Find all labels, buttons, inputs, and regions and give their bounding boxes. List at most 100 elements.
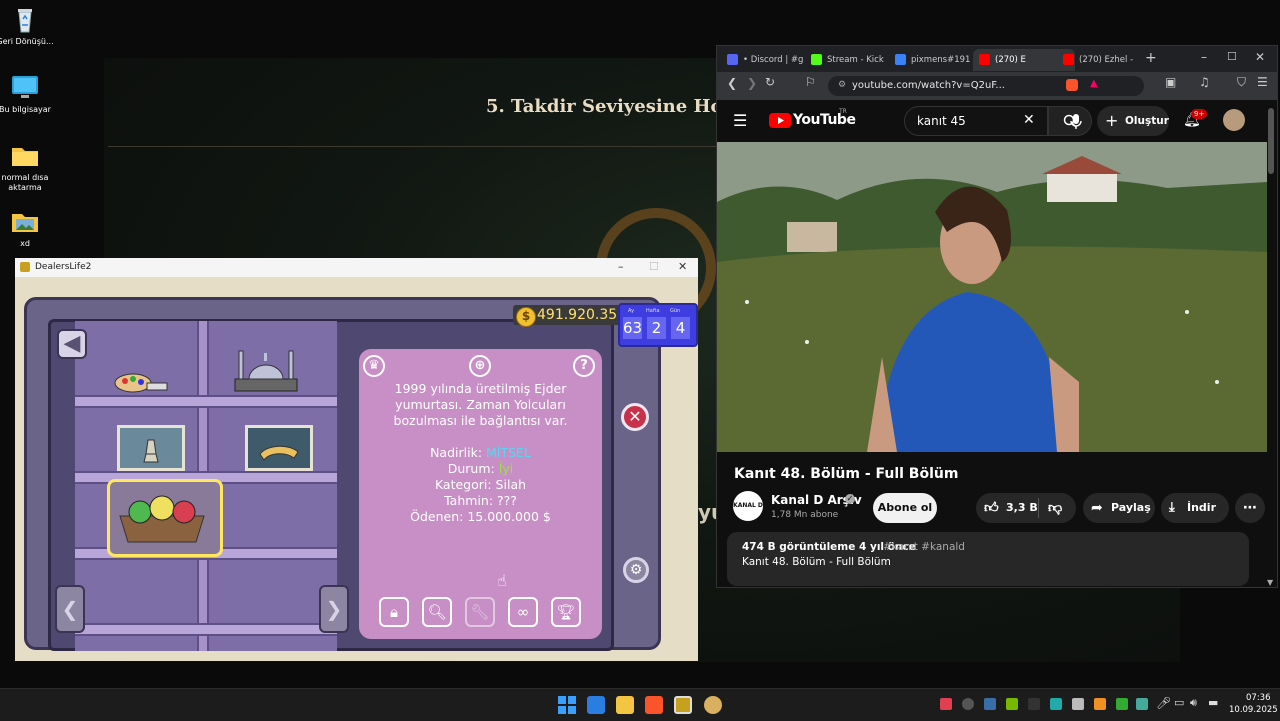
youtube-logo-icon[interactable] bbox=[769, 113, 791, 128]
menu-icon[interactable]: ☰ bbox=[1257, 75, 1268, 89]
close-window-button[interactable]: ✕ bbox=[1255, 50, 1265, 64]
like-button[interactable]: 👍︎ bbox=[984, 493, 999, 523]
close-panel-button[interactable]: ✕ bbox=[621, 403, 649, 431]
bookmark-icon[interactable]: ⚐ bbox=[805, 75, 816, 89]
clock-date[interactable]: 10.09.2025 bbox=[1229, 705, 1278, 715]
hashtags[interactable]: #kanıt #kanald bbox=[883, 541, 965, 553]
tray-app-icon[interactable] bbox=[1028, 698, 1040, 710]
clear-search-icon[interactable]: ✕ bbox=[1023, 112, 1035, 128]
forward-icon[interactable]: ❯ bbox=[747, 76, 757, 90]
browser-window[interactable]: • Discord | #g Stream - Kick pixmens#191… bbox=[716, 45, 1278, 588]
lock-button[interactable]: 🔒︎ bbox=[379, 597, 409, 627]
repair-wrench-button[interactable]: 🔧︎ bbox=[465, 597, 495, 627]
url-field[interactable]: ⚙ youtube.com/watch?v=Q2uF... ▲ bbox=[828, 76, 1144, 96]
desktop-icon-recycle-bin[interactable]: Geri Dönüşü... bbox=[0, 6, 60, 47]
new-tab-button[interactable]: + bbox=[1145, 50, 1157, 66]
more-icon: ⋯ bbox=[1243, 500, 1257, 516]
tab-label: Stream - Kick bbox=[827, 55, 884, 65]
hamburger-menu-icon[interactable]: ☰ bbox=[733, 111, 747, 130]
plus-icon: + bbox=[1105, 111, 1119, 130]
tray-app-icon[interactable] bbox=[1094, 698, 1106, 710]
description-box[interactable]: 474 B görüntüleme 4 yıl önce #kanıt #kan… bbox=[727, 532, 1249, 586]
minimize-button[interactable]: – bbox=[618, 260, 624, 273]
tray-app-icon[interactable] bbox=[1116, 698, 1128, 710]
steam-icon[interactable] bbox=[984, 698, 996, 710]
close-window-button[interactable]: ✕ bbox=[678, 260, 687, 273]
volume-icon[interactable]: 🔊︎ bbox=[1190, 696, 1197, 710]
settings-button[interactable]: ⚙ bbox=[623, 557, 649, 583]
brave-shield-icon[interactable] bbox=[1066, 79, 1078, 91]
shelf-item-framed-statue[interactable] bbox=[117, 425, 185, 471]
computer-icon bbox=[10, 74, 40, 102]
condition-value: İyi bbox=[498, 461, 514, 476]
help-icon[interactable]: ? bbox=[573, 355, 595, 377]
estimate-line: Tahmin: ??? bbox=[444, 493, 517, 508]
scrollbar-thumb[interactable] bbox=[1268, 108, 1274, 174]
nvidia-icon[interactable] bbox=[1006, 698, 1018, 710]
brave-browser-icon[interactable] bbox=[645, 696, 663, 714]
desktop-icon-folder[interactable]: normal dısa aktarma bbox=[0, 142, 60, 193]
condition-label: Durum: bbox=[447, 461, 495, 476]
video-player[interactable] bbox=[717, 142, 1267, 452]
more-actions-button[interactable]: ⋯ bbox=[1235, 493, 1265, 523]
start-button[interactable] bbox=[558, 696, 576, 714]
trophy-button[interactable]: 🏆︎ bbox=[551, 597, 581, 627]
prev-page-button[interactable]: ❮ bbox=[55, 585, 85, 633]
battery-icon[interactable]: ▬ bbox=[1208, 696, 1218, 709]
target-icon[interactable]: ⊕ bbox=[469, 355, 491, 377]
back-arrow-button[interactable]: ◀ bbox=[57, 329, 87, 359]
tab-label: (270) E bbox=[995, 55, 1026, 65]
download-icon: ⤓ bbox=[1169, 500, 1175, 515]
tray-app-icon[interactable] bbox=[1050, 698, 1062, 710]
extensions-icon[interactable]: ▣ bbox=[1165, 75, 1176, 89]
shelf-item-dragon-egg-basket-selected[interactable] bbox=[107, 479, 223, 557]
thumbs-down-icon: 👎︎ bbox=[1048, 500, 1063, 516]
dealers-life-taskbar-icon[interactable] bbox=[674, 696, 692, 714]
maximize-button[interactable]: ☐ bbox=[649, 260, 659, 273]
shelf-item-painting-set[interactable] bbox=[111, 361, 169, 395]
date-display: Ay Hafta Gün 63 2 4 bbox=[618, 303, 698, 347]
maximize-button[interactable]: ☐ bbox=[1227, 50, 1237, 63]
tray-app-icon[interactable] bbox=[1136, 698, 1148, 710]
scroll-down-arrow[interactable]: ▼ bbox=[1267, 578, 1273, 587]
tray-app-icon[interactable] bbox=[940, 698, 952, 710]
subscribe-button[interactable]: Abone ol bbox=[873, 493, 937, 523]
voice-search-button[interactable] bbox=[1067, 112, 1085, 130]
microphone-tray-icon[interactable]: 🎤︎ bbox=[1156, 696, 1171, 710]
next-page-button[interactable]: ❯ bbox=[319, 585, 349, 633]
download-button[interactable]: ⤓ İndir bbox=[1161, 493, 1229, 523]
file-explorer-icon[interactable] bbox=[616, 696, 634, 714]
shelf-item-framed-scroll[interactable] bbox=[245, 425, 313, 471]
video-frame bbox=[717, 142, 1267, 452]
divider bbox=[1038, 498, 1039, 518]
clock-time[interactable]: 07:36 bbox=[1246, 693, 1271, 703]
tray-app-icon[interactable] bbox=[1072, 698, 1084, 710]
channel-avatar[interactable]: KANAL D bbox=[733, 491, 763, 521]
shield-icon[interactable]: ⛉ bbox=[1237, 75, 1246, 90]
youtube-icon bbox=[979, 54, 990, 65]
display-icon[interactable]: ▭ bbox=[1174, 696, 1184, 709]
mask-button[interactable]: ∞ bbox=[508, 597, 538, 627]
game-titlebar[interactable]: DealersLife2 – ☐ ✕ bbox=[15, 258, 698, 277]
media-icon[interactable]: ♫ bbox=[1199, 75, 1210, 89]
share-button[interactable]: ➦ Paylaş bbox=[1083, 493, 1155, 523]
search-input[interactable]: kanıt 45 ✕ bbox=[904, 106, 1048, 136]
app-icon[interactable] bbox=[704, 696, 722, 714]
rewards-icon[interactable]: ▲ bbox=[1090, 78, 1098, 89]
back-icon[interactable]: ❮ bbox=[727, 76, 737, 90]
photos-app-icon[interactable] bbox=[587, 696, 605, 714]
dislike-button[interactable]: 👎︎ bbox=[1048, 493, 1062, 523]
avatar[interactable] bbox=[1223, 109, 1245, 131]
image-folder-icon bbox=[10, 208, 40, 236]
reload-icon[interactable]: ↻ bbox=[765, 75, 775, 89]
desktop-icon-xd[interactable]: xd bbox=[0, 208, 60, 249]
minimize-button[interactable]: – bbox=[1201, 50, 1207, 64]
game-window[interactable]: DealersLife2 – ☐ ✕ ◀ ❮ ❯ ♛ ⊕ ? 1999 yılı… bbox=[15, 258, 698, 661]
shelf-item-mosque-model[interactable] bbox=[231, 343, 301, 393]
inspect-magnifier-button[interactable]: 🔍︎ bbox=[422, 597, 452, 627]
trophy-badge-icon[interactable]: ♛ bbox=[363, 355, 385, 377]
create-button[interactable]: + Oluştur bbox=[1097, 106, 1169, 136]
tray-app-icon[interactable] bbox=[962, 698, 974, 710]
inventory-shelf bbox=[75, 321, 337, 651]
desktop-icon-this-pc[interactable]: Bu bilgisayar bbox=[0, 74, 60, 115]
